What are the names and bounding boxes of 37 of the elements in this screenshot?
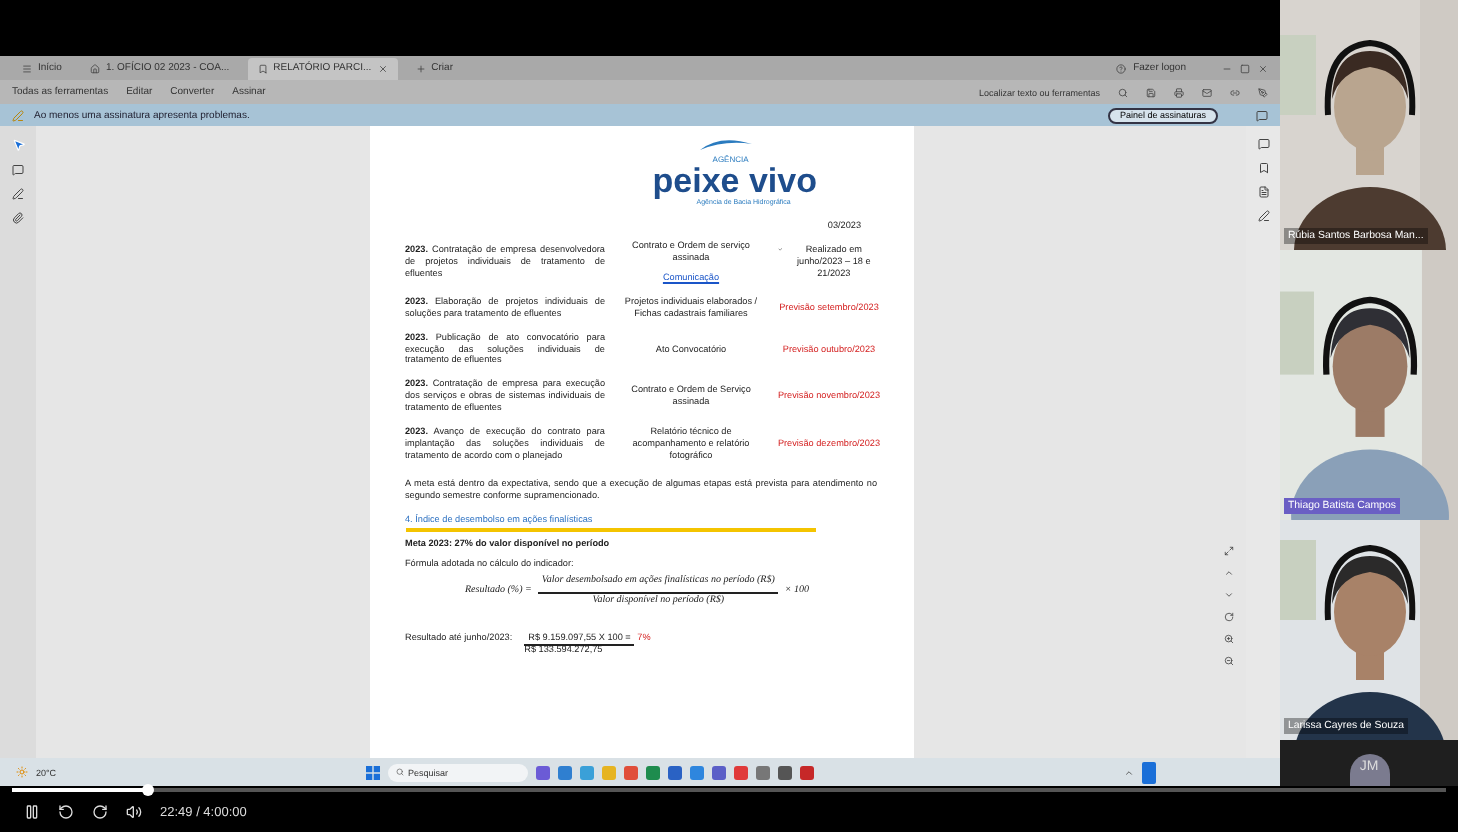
taskbar-tray-icon[interactable] <box>1142 761 1156 783</box>
rewind-icon[interactable] <box>58 804 74 820</box>
pen-icon[interactable] <box>1257 210 1269 222</box>
forward-icon[interactable] <box>92 804 108 820</box>
comment-icon[interactable] <box>1256 109 1268 121</box>
pause-icon[interactable] <box>24 804 40 820</box>
mail-icon[interactable] <box>1202 87 1212 97</box>
chevron-up-icon[interactable] <box>1124 767 1134 777</box>
plus-icon[interactable] <box>415 63 426 73</box>
rotate-icon[interactable] <box>1224 612 1234 622</box>
pen-icon[interactable] <box>1258 87 1268 97</box>
document-icon[interactable] <box>1257 186 1269 198</box>
chevron-down-icon[interactable] <box>1224 590 1234 600</box>
save-icon[interactable] <box>1146 87 1156 97</box>
zoom-in-icon[interactable] <box>1224 634 1234 644</box>
help-icon[interactable] <box>1115 63 1126 73</box>
volume-icon[interactable] <box>126 804 142 820</box>
chevron-up-icon[interactable] <box>1224 568 1234 578</box>
comment-icon[interactable] <box>12 164 24 176</box>
bookmark-icon[interactable] <box>1257 162 1269 174</box>
pen-icon[interactable] <box>12 188 24 200</box>
signature-warning-icon <box>12 109 24 121</box>
printer-icon[interactable] <box>1174 87 1184 97</box>
start-icon[interactable] <box>366 765 381 779</box>
home-icon[interactable] <box>89 63 100 73</box>
menu-icon[interactable] <box>22 63 32 73</box>
comment-icon[interactable] <box>1257 138 1269 150</box>
cursor-icon[interactable] <box>11 138 25 152</box>
paperclip-icon[interactable] <box>12 212 24 224</box>
search-icon[interactable] <box>396 768 405 776</box>
link-icon[interactable] <box>1230 87 1240 97</box>
maximize-icon[interactable] <box>1240 63 1250 73</box>
zoom-out-icon[interactable] <box>1224 656 1234 666</box>
logo-text: peixe vivo <box>652 164 817 199</box>
maximize-icon[interactable] <box>1224 546 1234 556</box>
search-icon[interactable] <box>1118 87 1128 97</box>
fish-logo-icon <box>700 138 753 154</box>
